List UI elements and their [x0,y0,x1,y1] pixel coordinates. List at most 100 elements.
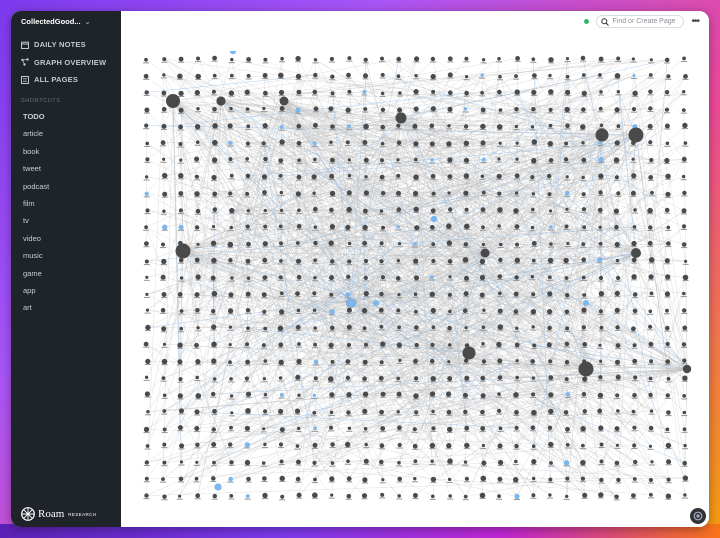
graph-node[interactable] [161,326,167,332]
graph-node[interactable] [531,258,536,263]
graph-node[interactable] [146,410,150,414]
graph-node[interactable] [396,56,401,62]
graph-node[interactable] [263,409,268,414]
graph-node[interactable] [229,73,234,78]
graph-node[interactable] [346,307,352,313]
graph-node[interactable] [447,56,453,62]
graph-node[interactable] [548,359,553,364]
graph-node[interactable] [616,409,620,413]
graph-node[interactable] [297,426,301,431]
graph-node[interactable] [177,425,183,431]
graph-node[interactable] [514,342,520,348]
graph-node[interactable] [329,173,335,179]
graph-node[interactable] [160,308,166,313]
graph-node[interactable] [633,375,638,380]
graph-node[interactable] [496,124,503,130]
graph-node[interactable] [581,175,585,180]
graph-node[interactable] [245,258,251,264]
graph-node[interactable] [497,375,503,380]
graph-node[interactable] [563,257,569,264]
graph-node[interactable] [313,122,318,128]
graph-node[interactable] [664,123,670,129]
graph-node[interactable] [650,190,654,195]
graph-node[interactable] [581,307,587,313]
graph-node[interactable] [177,73,183,79]
graph-node[interactable] [648,324,653,329]
graph-node[interactable] [346,459,350,464]
graph-node[interactable] [515,141,519,145]
graph-node[interactable] [263,359,268,363]
graph-node[interactable] [480,409,485,415]
graph-node[interactable] [361,493,368,499]
graph-node[interactable] [598,275,604,281]
graph-node[interactable] [363,275,368,280]
graph-node[interactable] [212,139,218,146]
graph-node[interactable] [261,174,267,180]
graph-node[interactable] [497,207,503,213]
graph-node[interactable] [581,325,586,330]
graph-node[interactable] [312,410,317,415]
graph-node[interactable] [548,123,553,128]
graph-node[interactable] [144,493,149,498]
graph-node[interactable] [481,190,486,195]
graph-node[interactable] [615,325,620,330]
graph-node[interactable] [245,157,249,161]
graph-node[interactable] [414,157,418,162]
graph-node[interactable] [683,443,687,448]
graph-node[interactable] [380,341,386,347]
graph-node[interactable] [631,326,636,332]
graph-node[interactable] [279,427,285,433]
graph-node[interactable] [262,427,266,431]
graph-node[interactable] [313,258,317,262]
graph-node[interactable] [648,309,653,314]
graph-node[interactable] [598,225,602,229]
graph-node[interactable] [162,157,166,161]
graph-node[interactable] [278,359,284,365]
graph-node[interactable] [144,225,148,230]
graph-node[interactable] [345,441,351,448]
graph-node[interactable] [429,442,436,449]
graph-node[interactable] [295,374,301,380]
graph-node[interactable] [463,190,469,196]
graph-node[interactable] [514,107,519,112]
graph-node[interactable] [162,224,168,230]
graph-node[interactable] [581,107,586,112]
graph-node[interactable] [599,325,604,330]
graph-node[interactable] [615,258,620,263]
graph-node[interactable] [362,477,368,483]
graph-node[interactable] [210,240,217,246]
graph-node[interactable] [632,308,638,314]
graph-node[interactable] [565,123,570,129]
graph-node[interactable] [262,476,267,481]
graph-node[interactable] [497,224,501,228]
graph-node[interactable] [363,123,369,130]
graph-node[interactable] [614,426,620,432]
graph-node[interactable] [195,493,201,499]
graph-node[interactable] [598,375,603,380]
graph-node[interactable] [530,309,537,315]
graph-node[interactable] [329,56,334,62]
graph-node[interactable] [514,425,519,430]
graph-node[interactable] [194,426,200,431]
graph-node[interactable] [228,476,233,482]
graph-hub-node[interactable] [216,96,226,106]
graph-node[interactable] [396,173,401,178]
graph-node[interactable] [262,257,268,263]
graph-node[interactable] [481,443,485,448]
graph-node[interactable] [380,91,385,96]
graph-node[interactable] [279,190,283,195]
graph-node[interactable] [195,73,201,80]
graph-node[interactable] [328,342,334,348]
graph-node[interactable] [380,107,386,112]
graph-node[interactable] [666,459,672,465]
graph-node[interactable] [312,141,317,146]
graph-node[interactable] [616,90,620,94]
graph-node[interactable] [162,342,167,346]
graph-node[interactable] [515,326,519,330]
graph-node[interactable] [396,308,401,313]
graph-node[interactable] [649,359,654,364]
graph-node[interactable] [245,342,249,347]
graph-node[interactable] [211,174,217,181]
graph-node[interactable] [481,460,487,466]
graph-node[interactable] [431,259,436,263]
